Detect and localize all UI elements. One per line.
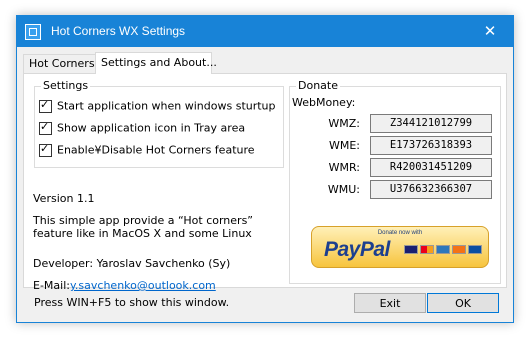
wallet-label-wmu: WMU: xyxy=(327,183,360,196)
developer-text: Developer: Yaroslav Savchenko (Sy) xyxy=(33,257,231,270)
option-tray-icon[interactable]: Show application icon in Tray area xyxy=(39,120,246,137)
title-bar[interactable]: Hot Corners WX Settings ✕ xyxy=(17,16,513,47)
paypal-logo: PayPal xyxy=(324,238,390,261)
paypal-caption: Donate now with xyxy=(377,230,423,236)
discover-card-icon xyxy=(452,245,466,254)
visa-card-icon xyxy=(404,245,418,254)
settings-group: Settings Start application when windows … xyxy=(34,79,284,168)
webmoney-label: WebMoney: xyxy=(292,96,356,109)
card-logos xyxy=(402,244,482,254)
email-row: E-Mail:y.savchenko@outlook.com xyxy=(33,279,216,292)
settings-window: Hot Corners WX Settings ✕ Hot Corners Se… xyxy=(16,15,514,323)
exit-button[interactable]: Exit xyxy=(354,293,426,313)
wallet-label-wme: WME: xyxy=(328,139,360,152)
wallet-field-wme[interactable]: E173726318393 xyxy=(370,136,492,155)
description-line-2: feature like in MacOS X and some Linux xyxy=(33,227,252,240)
bank-icon xyxy=(468,245,482,254)
paypal-donate-button[interactable]: Donate now with PayPal xyxy=(311,226,489,268)
wallet-field-wmu[interactable]: U376632366307 xyxy=(370,180,492,199)
wallet-label-wmr: WMR: xyxy=(328,161,360,174)
wallet-field-wmr[interactable]: R420031451209 xyxy=(370,158,492,177)
enable-hot-corners-label: Enable¥Disable Hot Corners feature xyxy=(57,143,255,157)
close-icon[interactable]: ✕ xyxy=(467,16,513,47)
tab-hot-corners[interactable]: Hot Corners xyxy=(23,54,98,74)
option-start-on-startup[interactable]: Start application when windows sturtup xyxy=(39,98,276,115)
option-enable-hot-corners[interactable]: Enable¥Disable Hot Corners feature xyxy=(39,142,255,159)
ok-button[interactable]: OK xyxy=(427,293,499,313)
amex-card-icon xyxy=(436,245,450,254)
settings-group-title: Settings xyxy=(41,79,91,92)
tray-icon-label: Show application icon in Tray area xyxy=(57,121,246,135)
version-text: Version 1.1 xyxy=(33,192,95,205)
tab-settings-about[interactable]: Settings and About... xyxy=(95,52,217,74)
start-on-startup-checkbox[interactable] xyxy=(39,98,52,113)
mastercard-icon xyxy=(420,245,434,254)
donate-group-title: Donate xyxy=(296,79,340,92)
wallet-label-wmz: WMZ: xyxy=(328,117,360,130)
email-label: E-Mail: xyxy=(33,279,70,292)
wallet-field-wmz[interactable]: Z344121012799 xyxy=(370,114,492,133)
tray-icon-checkbox[interactable] xyxy=(39,120,52,135)
donate-group: Donate WebMoney: WMZ: Z344121012799 WME:… xyxy=(289,79,501,284)
description-line-1: This simple app provide a “Hot corners” xyxy=(33,214,253,227)
hotkey-hint: Press WIN+F5 to show this window. xyxy=(34,296,230,309)
window-title: Hot Corners WX Settings xyxy=(51,24,186,38)
app-icon xyxy=(25,24,41,40)
start-on-startup-label: Start application when windows sturtup xyxy=(57,99,276,113)
email-link[interactable]: y.savchenko@outlook.com xyxy=(70,279,216,292)
tab-panel: Settings Start application when windows … xyxy=(23,73,507,292)
enable-hot-corners-checkbox[interactable] xyxy=(39,142,52,157)
